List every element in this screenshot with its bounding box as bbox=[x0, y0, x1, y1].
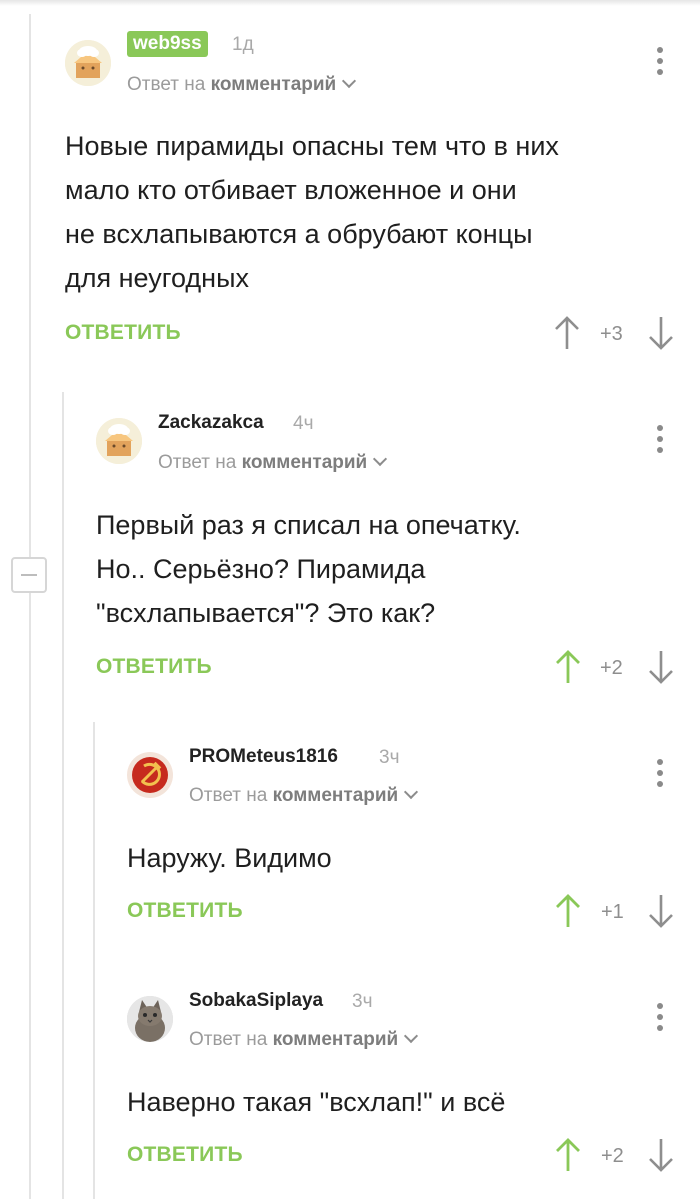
reply-to-link[interactable]: Ответ на комментарий bbox=[189, 1028, 419, 1051]
thread-line-level-2 bbox=[62, 392, 64, 1199]
chevron-down-icon bbox=[404, 1028, 419, 1044]
timestamp: 3ч bbox=[352, 991, 373, 1012]
avatar[interactable] bbox=[127, 996, 173, 1042]
thread-line-level-1 bbox=[29, 14, 31, 1199]
cat-photo-icon bbox=[127, 996, 173, 1042]
comment-text: Наверно такая "всхлап!" и всё bbox=[127, 1087, 506, 1117]
vote-score: +2 bbox=[601, 1145, 624, 1167]
collapse-thread-button[interactable] bbox=[11, 557, 47, 593]
more-options-icon[interactable] bbox=[655, 1003, 665, 1037]
downvote-arrow-icon[interactable] bbox=[648, 1137, 674, 1173]
reply-prefix: Ответ на bbox=[189, 1029, 268, 1050]
reply-target: комментарий bbox=[272, 1029, 399, 1050]
upvote-arrow-icon[interactable] bbox=[555, 1137, 581, 1173]
thread-line-level-3 bbox=[93, 722, 95, 1199]
reply-button[interactable]: ОТВЕТИТЬ bbox=[127, 1143, 243, 1167]
username[interactable]: SobakaSiplaya bbox=[189, 990, 323, 1012]
comment-4: SobakaSiplaya 3ч Ответ на комментарий На… bbox=[127, 0, 686, 1199]
